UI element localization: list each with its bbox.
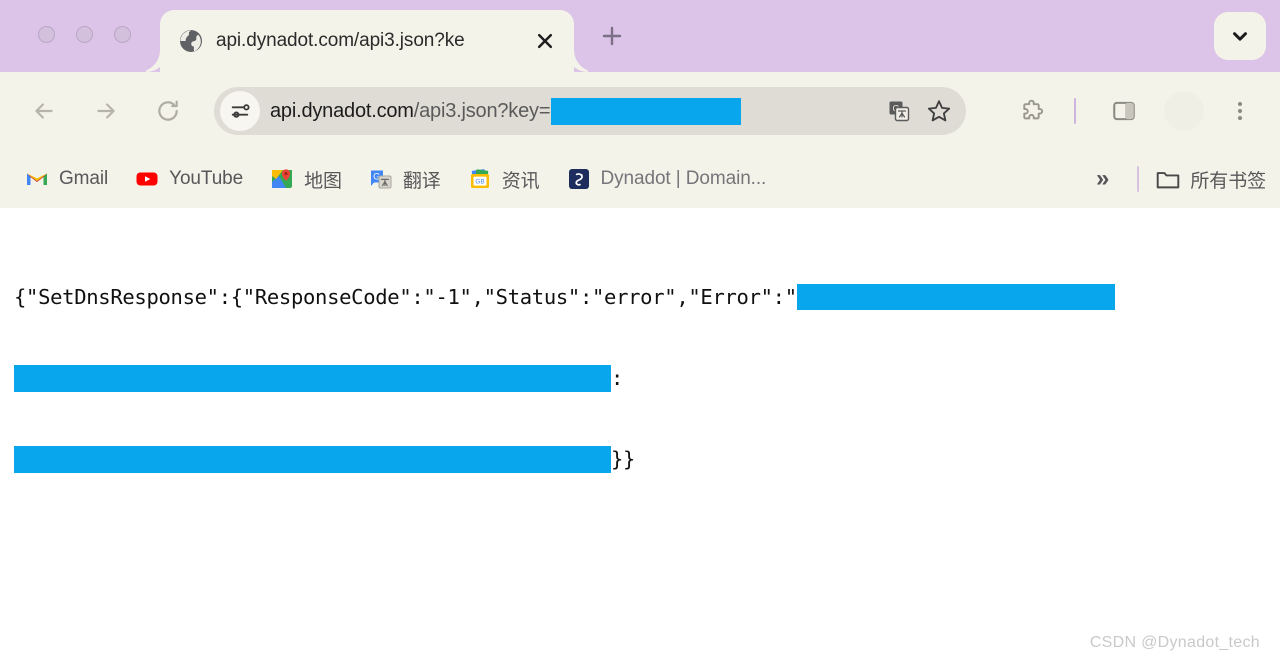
browser-toolbar: api.dynadot.com/api3.json?key= G [0,72,1280,150]
reload-button[interactable] [146,89,190,133]
address-bar[interactable]: api.dynadot.com/api3.json?key= G [214,87,966,135]
url-path: /api3.json?key= [413,99,551,122]
tab-search-button[interactable] [1214,12,1266,60]
close-window-button[interactable] [38,26,55,43]
bookmark-translate[interactable]: G 翻译 [358,159,451,199]
watermark: CSDN @Dynadot_tech [1089,634,1260,651]
minimize-window-button[interactable] [76,26,93,43]
bookmark-label: Gmail [59,168,109,189]
json-prefix-text: {"SetDnsResponse":{"ResponseCode":"-1","… [14,285,797,309]
bookmark-label: 翻译 [402,170,441,192]
bookmark-label: 地图 [304,170,342,192]
bookmark-label: YouTube [169,168,244,189]
browser-tab[interactable]: api.dynadot.com/api3.json?ke [160,10,574,72]
close-tab-button[interactable] [526,22,564,60]
json-line2-suffix: : [611,366,624,390]
three-dot-menu-icon[interactable] [1218,89,1262,133]
json-line-1: {"SetDnsResponse":{"ResponseCode":"-1","… [14,284,1280,311]
bookmarks-overflow-button[interactable]: » [1084,165,1121,193]
url-redaction-block [551,97,742,125]
json-response-body: {"SetDnsResponse":{"ResponseCode":"-1","… [14,230,1280,527]
bookmark-news[interactable]: GB 资讯 [457,159,550,199]
folder-icon [1155,166,1181,192]
bookmarks-bar: Gmail YouTube 地图 G 翻译 GB 资讯 Dynadot | Do… [0,150,1280,208]
json-line-2: : [14,364,1280,392]
bookmark-gmail[interactable]: Gmail [14,159,118,199]
new-tab-button[interactable] [592,16,632,56]
bookmarks-overflow: » 所有书签 [1084,165,1266,193]
bookmark-star-icon[interactable] [922,94,956,128]
youtube-icon [134,166,160,192]
window-controls [38,26,131,43]
url-domain: api.dynadot.com [270,99,414,122]
google-maps-icon [269,166,295,192]
svg-text:GB: GB [475,178,484,185]
browser-window: api.dynadot.com/api3.json?ke api.dynadot… [0,0,1280,666]
bookmark-dynadot[interactable]: Dynadot | Domain... [556,159,777,199]
json-line3-suffix: }} [611,447,636,471]
json-redaction-block-3 [14,445,611,473]
bookmark-maps[interactable]: 地图 [259,159,352,199]
site-settings-icon[interactable] [220,91,260,131]
bookmark-label: 资讯 [501,170,540,192]
bookmarks-divider [1137,166,1140,192]
toolbar-divider [1074,98,1076,124]
google-news-icon: GB [467,166,493,192]
json-redaction-block-1 [796,284,1115,310]
globe-icon [178,28,204,54]
forward-button[interactable] [84,89,128,133]
toolbar-actions [996,89,1280,133]
bookmark-label: Dynadot | Domain... [600,168,767,189]
all-bookmarks-label[interactable]: 所有书签 [1190,166,1266,193]
tab-strip: api.dynadot.com/api3.json?ke [0,0,1280,72]
side-panel-icon[interactable] [1102,89,1146,133]
json-line-3: }} [14,445,1280,473]
bookmark-youtube[interactable]: YouTube [124,159,253,199]
gmail-icon [24,166,50,192]
profile-avatar[interactable] [1164,91,1204,131]
json-redaction-block-2 [14,364,611,392]
dynadot-icon [566,166,592,192]
back-button[interactable] [22,89,66,133]
google-translate-icon: G [368,166,394,192]
translate-icon[interactable]: G [882,94,916,128]
url-text[interactable]: api.dynadot.com/api3.json?key= [270,97,876,125]
page-content: {"SetDnsResponse":{"ResponseCode":"-1","… [0,208,1280,666]
maximize-window-button[interactable] [114,26,131,43]
tab-title: api.dynadot.com/api3.json?ke [216,30,465,51]
puzzle-icon[interactable] [1010,89,1054,133]
